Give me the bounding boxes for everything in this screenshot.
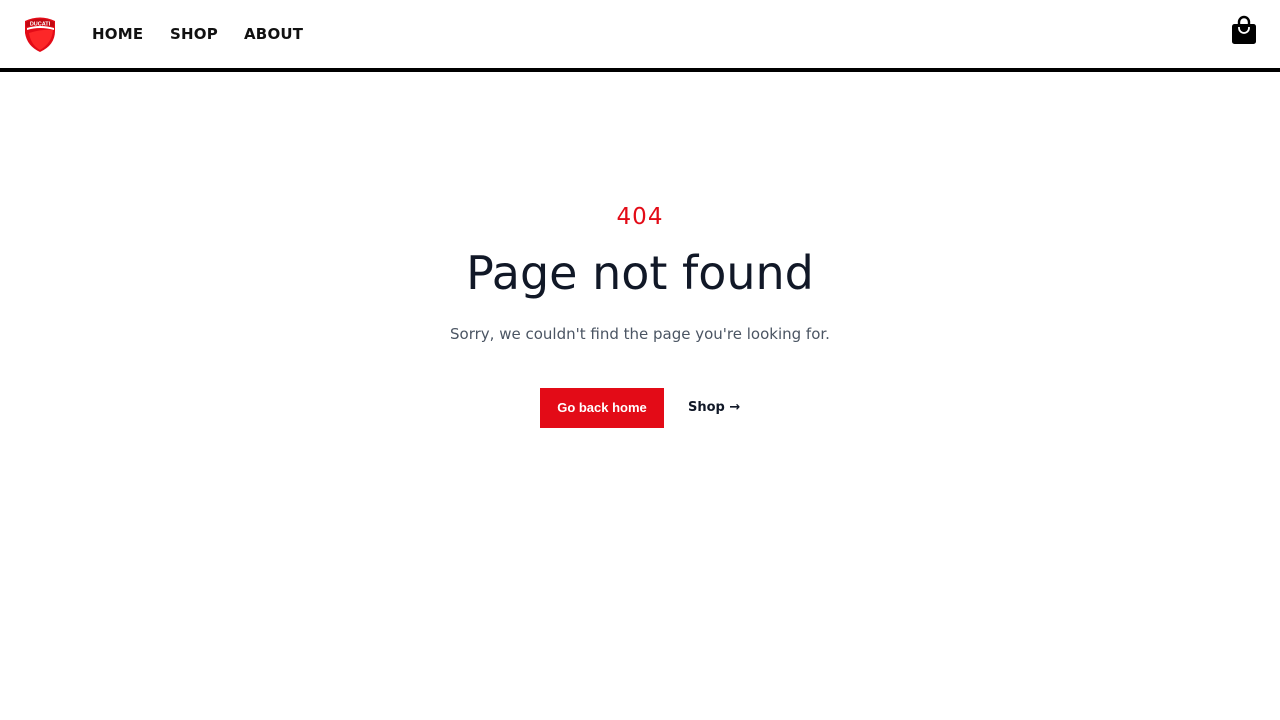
page-title: Page not found <box>466 246 814 300</box>
nav-home-link[interactable]: HOME <box>92 24 170 44</box>
svg-text:DUCATI: DUCATI <box>30 22 51 28</box>
not-found-content: 404 Page not found Sorry, we couldn't fi… <box>0 72 1280 720</box>
ducati-logo[interactable]: DUCATI <box>22 15 58 53</box>
main-nav: HOME SHOP ABOUT <box>92 24 324 44</box>
cart-button[interactable] <box>1231 15 1257 45</box>
shopping-bag-icon <box>1232 15 1256 44</box>
shop-link[interactable]: Shop → <box>688 388 740 428</box>
top-navigation-bar: DUCATI HOME SHOP ABOUT <box>0 0 1280 72</box>
ducati-shield-icon: DUCATI <box>25 17 55 52</box>
error-message: Sorry, we couldn't find the page you're … <box>450 325 830 343</box>
nav-shop-link[interactable]: SHOP <box>170 24 244 44</box>
go-back-home-button[interactable]: Go back home <box>540 388 664 428</box>
nav-about-link[interactable]: ABOUT <box>244 24 324 44</box>
error-code: 404 <box>616 204 664 230</box>
actions: Go back home Shop → <box>0 388 1280 428</box>
